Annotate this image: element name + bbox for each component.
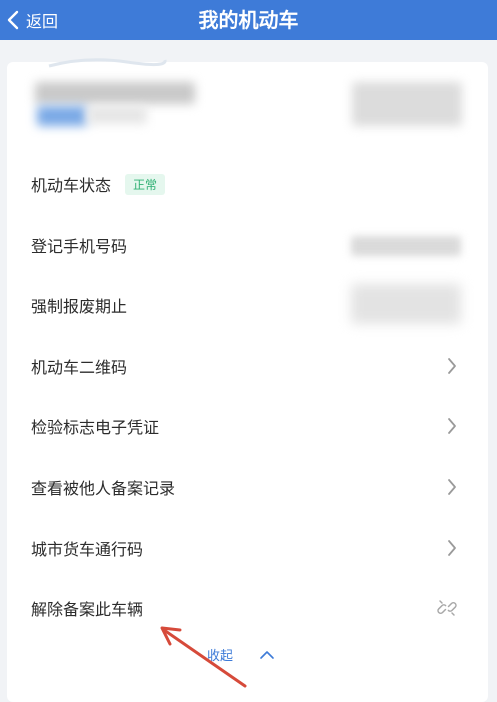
decorative-swoosh (48, 58, 167, 68)
row-label: 机动车状态 (31, 176, 112, 195)
row-label: 查看被他人备案记录 (31, 479, 176, 498)
back-label: 返回 (26, 12, 59, 31)
phone-blurred (351, 236, 461, 256)
plate-sub-blurred (87, 106, 147, 124)
row-inspection-certificate[interactable]: 检验标志电子凭证 (31, 411, 467, 441)
link-icon (437, 600, 457, 616)
chevron-left-icon (7, 10, 19, 30)
row-label: 城市货车通行码 (31, 540, 144, 559)
chevron-right-icon (448, 418, 456, 434)
status-badge: 正常 (125, 173, 166, 195)
annotation-arrow (160, 626, 247, 688)
row-label: 强制报废期止 (31, 297, 128, 316)
page-title: 我的机动车 (198, 8, 299, 32)
row-label: 机动车二维码 (31, 358, 128, 377)
chevron-right-icon (448, 479, 456, 495)
vehicle-model-blurred (352, 82, 462, 126)
row-label: 检验标志电子凭证 (31, 418, 160, 437)
row-phone-number: 登记手机号码 (31, 230, 467, 260)
row-vehicle-qrcode[interactable]: 机动车二维码 (31, 351, 467, 381)
row-truck-pass-code[interactable]: 城市货车通行码 (31, 533, 467, 563)
date-blurred (351, 284, 461, 324)
row-vehicle-status: 机动车状态 正常 (31, 169, 467, 199)
back-button[interactable]: 返回 (6, 0, 58, 40)
row-label: 登记手机号码 (31, 237, 128, 256)
chevron-right-icon (448, 540, 456, 556)
plate-blurred (35, 82, 195, 104)
row-scrap-deadline: 强制报废期止 (31, 284, 467, 324)
row-filing-records[interactable]: 查看被他人备案记录 (31, 472, 467, 502)
chevron-right-icon (448, 358, 456, 374)
plate-color-blurred (37, 106, 87, 126)
top-navigation-bar: 返回 我的机动车 (0, 0, 497, 40)
row-label: 解除备案此车辆 (31, 600, 144, 619)
